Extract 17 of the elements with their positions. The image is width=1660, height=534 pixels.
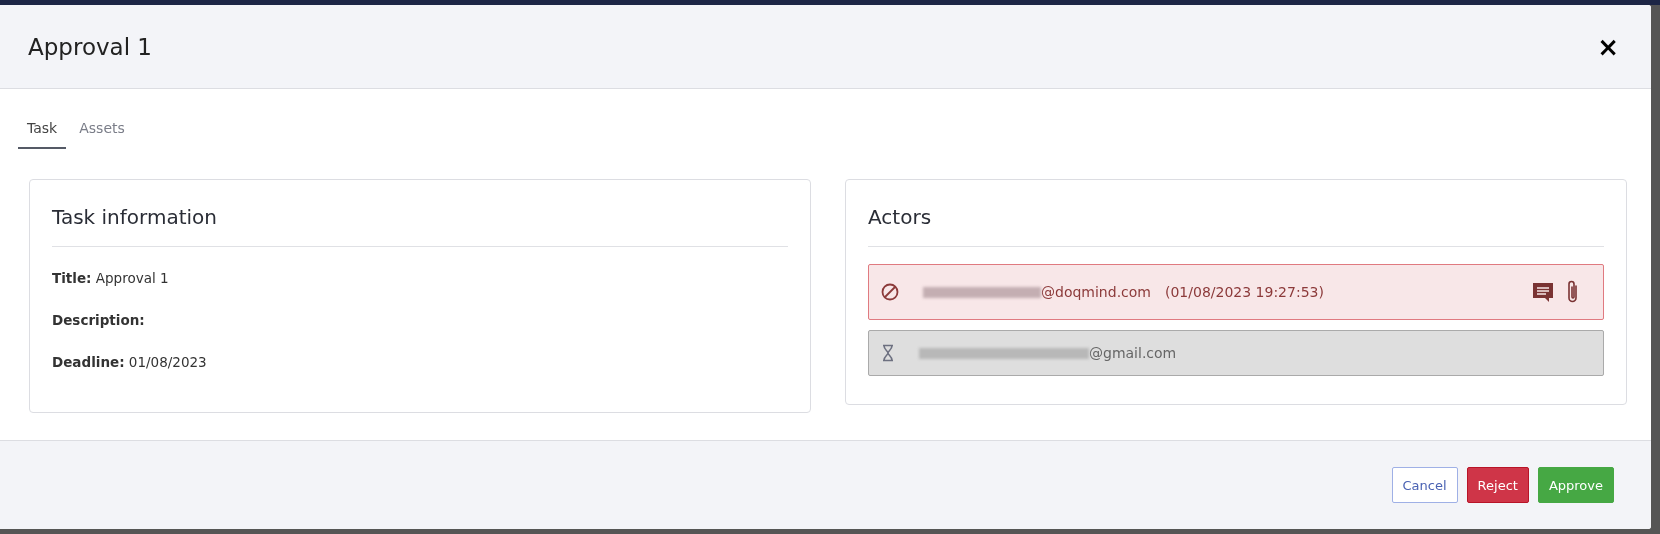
actor-email: @gmail.com: [1089, 345, 1177, 361]
card-title: Actors: [868, 202, 1604, 247]
cancel-button[interactable]: Cancel: [1391, 467, 1458, 503]
actor-email: @doqmind.com: [1041, 284, 1151, 300]
card-title: Task information: [52, 202, 788, 247]
close-button[interactable]: ×: [1593, 31, 1623, 62]
prohibited-icon: [881, 283, 899, 301]
comment-icon[interactable]: [1531, 280, 1555, 304]
hourglass-icon: [881, 344, 895, 362]
field-text: Title: Approval 1: [52, 270, 170, 286]
reject-button[interactable]: Reject: [1466, 467, 1529, 503]
tab[interactable]: Assets: [70, 114, 134, 149]
dialog-title: Approval 1: [28, 33, 153, 60]
timestamp: (01/08/2023 19:27:53): [1165, 284, 1324, 300]
tab[interactable]: Task: [18, 114, 67, 149]
field-text: Description:: [52, 312, 146, 328]
field-text: Deadline: 01/08/2023: [52, 354, 208, 370]
